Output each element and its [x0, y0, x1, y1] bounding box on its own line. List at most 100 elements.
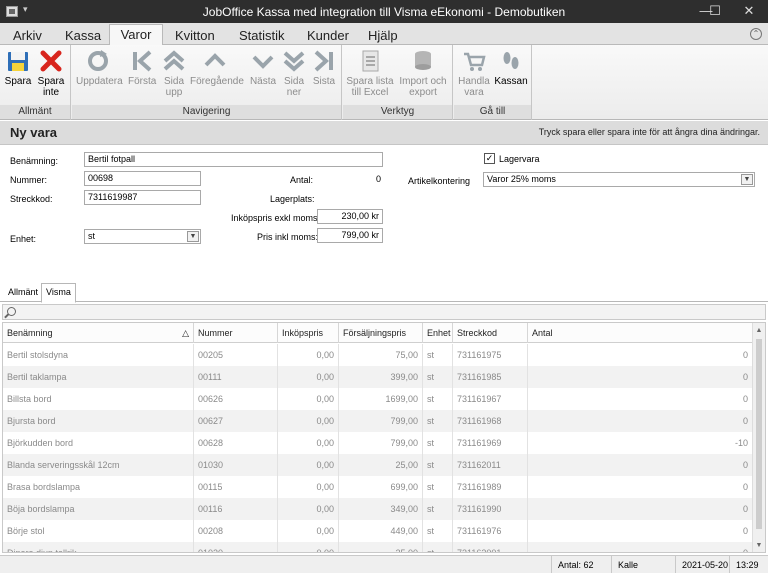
column-header-barcode[interactable]: Streckkod [453, 323, 528, 343]
column-header-name[interactable]: Benämning △ [3, 323, 194, 343]
account-select[interactable]: Varor 25% moms ▼ [483, 172, 755, 187]
column-header-purchase[interactable]: Inköpspris [278, 323, 339, 343]
vertical-scrollbar[interactable]: ▲ ▼ [752, 323, 765, 552]
cell-antal: 0 [528, 498, 753, 520]
chevron-down-icon[interactable]: ▼ [741, 174, 753, 185]
cell-enhet: st [423, 520, 453, 542]
cell-num: 00111 [194, 366, 278, 388]
tab-allmant[interactable]: Allmänt [4, 284, 42, 302]
cell-streckkod: 731161989 [453, 476, 528, 498]
cell-enhet: st [423, 388, 453, 410]
next-button[interactable]: Nästa [248, 48, 278, 87]
table-row[interactable]: Börje stol 00208 0,00 449,00 st 731161976 0 [3, 520, 753, 542]
table-row[interactable]: Björkudden bord 00628 0,00 799,00 st 73116196… [3, 432, 753, 454]
save-hint: Tryck spara eller spara inte för att ång… [538, 127, 760, 137]
table-row[interactable]: Böja bordslampa 00116 0,00 349,00 st 73116199… [3, 498, 753, 520]
first-button[interactable]: Första [128, 48, 156, 87]
stock-item-checkbox[interactable]: ✓ [484, 153, 495, 164]
tab-statistik[interactable]: Statistik [239, 26, 285, 45]
purchase-price-field[interactable]: 230,00 kr [317, 209, 383, 224]
column-header-price[interactable]: Försäljningspris [339, 323, 423, 343]
tab-visma[interactable]: Visma [41, 283, 76, 303]
group-label-navigering: Navigering [72, 105, 341, 119]
last-arrow-icon [314, 50, 333, 72]
export-excel-button[interactable]: Spara lista till Excel [345, 48, 395, 98]
cell-enhet: st [423, 476, 453, 498]
page-up-button[interactable]: Sida upp [160, 48, 188, 98]
tab-arkiv[interactable]: Arkiv [13, 26, 42, 45]
unit-select[interactable]: st ▼ [84, 229, 201, 244]
checkout-button[interactable]: Kassan [494, 48, 528, 87]
scroll-up-icon[interactable]: ▲ [755, 327, 763, 334]
refresh-icon [88, 50, 108, 71]
chevron-down-icon[interactable]: ▼ [187, 231, 199, 242]
cell-pris: 1699,00 [339, 388, 423, 410]
cell-antal: 0 [528, 388, 753, 410]
sales-price-field[interactable]: 799,00 kr [317, 228, 383, 243]
sales-price-label: Pris inkl moms: [257, 232, 319, 242]
cell-pris: 449,00 [339, 520, 423, 542]
barcode-field[interactable]: 7311619987 [84, 190, 201, 205]
next-label: Nästa [249, 76, 277, 87]
scroll-thumb[interactable] [756, 339, 762, 529]
page-down-button[interactable]: Sida ner [279, 48, 309, 98]
table-row[interactable]: Blanda serveringsskål 12cm 01030 0,00 25,00… [3, 454, 753, 476]
floppy-disk-icon [8, 52, 28, 71]
maximize-button[interactable]: ☐ [698, 0, 732, 23]
table-row[interactable]: Bjursta bord 00627 0,00 799,00 st 731161968 0 [3, 410, 753, 432]
table-row[interactable]: Bertil taklampa 00111 0,00 399,00 st 73116198… [3, 366, 753, 388]
cell-name: Bertil taklampa [3, 366, 194, 388]
status-bar: Antal: 62 Kalle 2021-05-20 13:29 [0, 555, 768, 573]
quantity-label: Antal: [290, 175, 314, 185]
table-row[interactable]: Billsta bord 00626 0,00 1699,00 st 731161967 0 [3, 388, 753, 410]
red-x-icon [40, 50, 62, 72]
shop-item-button[interactable]: Handla vara [457, 48, 491, 98]
cell-pris: 75,00 [339, 344, 423, 366]
ribbon-tabs: Arkiv Kassa Varor Kvitton Statistik Kund… [0, 23, 768, 46]
table-row[interactable]: Bertil stolsdyna 00205 0,00 75,00 st 73116197… [3, 344, 753, 366]
cell-antal: 0 [528, 344, 753, 366]
dont-save-label-2: inte [42, 87, 60, 98]
collapse-ribbon-icon[interactable]: ⌃ [750, 28, 762, 40]
last-button[interactable]: Sista [310, 48, 338, 87]
tab-varor[interactable]: Varor [109, 24, 163, 46]
sub-tabs: Allmänt Visma [0, 282, 768, 303]
status-count: Antal: 62 [551, 556, 611, 573]
group-verktyg: Spara lista till Excel Import och export… [343, 45, 453, 120]
group-label-gatill: Gå till [454, 105, 531, 119]
import-export-button[interactable]: Import och export [397, 48, 449, 98]
cell-enhet: st [423, 432, 453, 454]
column-header-number[interactable]: Nummer [194, 323, 278, 343]
save-button[interactable]: Spara [4, 48, 32, 87]
search-input[interactable] [2, 304, 766, 320]
excel-document-icon [362, 50, 379, 72]
page-title: Ny vara [10, 125, 57, 140]
window-title: JobOffice Kassa med integration till Vis… [202, 5, 566, 19]
tab-hjalp[interactable]: Hjälp [368, 26, 398, 45]
shopping-cart-icon [464, 52, 486, 71]
barcode-label: Streckkod: [10, 194, 53, 204]
cell-streckkod: 731161985 [453, 366, 528, 388]
cell-antal: 0 [528, 366, 753, 388]
refresh-button[interactable]: Uppdatera [76, 48, 123, 87]
cell-name: Brasa bordslampa [3, 476, 194, 498]
number-field[interactable]: 00698 [84, 171, 201, 186]
column-header-unit[interactable]: Enhet [423, 323, 453, 343]
tab-kassa[interactable]: Kassa [65, 26, 101, 45]
column-header-quantity[interactable]: Antal [528, 323, 753, 343]
export-excel-label-1: Spara lista [346, 76, 394, 87]
tab-kvitton[interactable]: Kvitton [175, 26, 215, 45]
previous-button[interactable]: Föregående [190, 48, 244, 87]
dont-save-button[interactable]: Spara inte [36, 48, 66, 98]
close-button[interactable]: ✕ [732, 0, 766, 23]
cell-streckkod: 731161990 [453, 498, 528, 520]
table-row[interactable]: Dinera djup tallrik 01020 0,00 25,00 st 73116… [3, 542, 753, 552]
cell-enhet: st [423, 366, 453, 388]
status-user: Kalle [611, 556, 675, 573]
tab-kunder[interactable]: Kunder [307, 26, 349, 45]
scroll-down-icon[interactable]: ▼ [755, 542, 763, 549]
name-field[interactable]: Bertil fotpall [84, 152, 383, 167]
table-row[interactable]: Brasa bordslampa 00115 0,00 699,00 st 7311619… [3, 476, 753, 498]
stock-item-label: Lagervara [499, 154, 540, 164]
location-label: Lagerplats: [270, 194, 315, 204]
